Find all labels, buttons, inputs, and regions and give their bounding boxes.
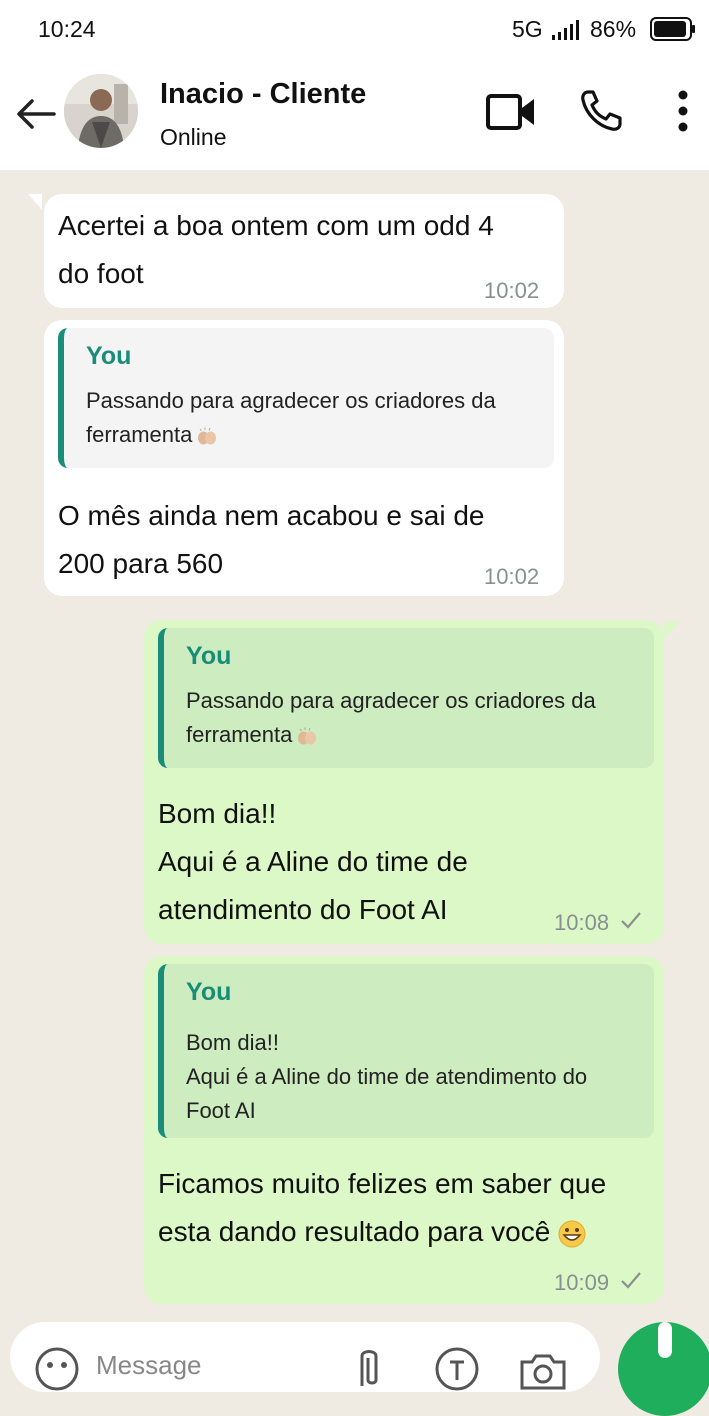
payment-icon[interactable] xyxy=(434,1346,480,1392)
back-arrow-icon[interactable] xyxy=(14,94,58,134)
message-text: Ficamos muito felizes em saber que esta … xyxy=(158,1168,607,1248)
message-text: O mês ainda nem acabou e sai de 200 para… xyxy=(58,500,485,579)
bubble-tail xyxy=(28,194,42,210)
incoming-message-bubble[interactable]: You Passando para agradecer os criadores… xyxy=(44,320,564,596)
battery-icon xyxy=(650,17,695,41)
contact-name[interactable]: Inacio - Cliente xyxy=(160,78,366,111)
quoted-message[interactable]: You Bom dia!! Aqui é a Aline do time de … xyxy=(158,964,654,1138)
message-text: Bom dia!! Aqui é a Aline do time de aten… xyxy=(158,798,468,925)
quote-text: Passando para agradecer os criadores da … xyxy=(186,688,596,747)
quote-author: You xyxy=(86,342,132,370)
quoted-message[interactable]: You Passando para agradecer os criadores… xyxy=(158,628,654,768)
message-time: 10:09 xyxy=(554,1270,610,1295)
outgoing-message-bubble[interactable]: You Passando para agradecer os criadores… xyxy=(144,620,664,944)
outgoing-message-bubble[interactable]: You Bom dia!! Aqui é a Aline do time de … xyxy=(144,956,664,1304)
camera-icon[interactable] xyxy=(518,1348,568,1392)
network-type: 5G xyxy=(512,16,543,42)
quote-author: You xyxy=(186,642,232,670)
phone-icon[interactable] xyxy=(578,88,628,134)
incoming-message-bubble[interactable]: Acertei a boa ontem com um odd 4 do foot… xyxy=(44,194,564,308)
clapping-hands-emoji xyxy=(198,427,217,445)
quoted-message[interactable]: You Passando para agradecer os criadores… xyxy=(58,328,554,468)
signal-icon xyxy=(552,20,579,40)
emoji-icon[interactable] xyxy=(34,1346,80,1392)
paperclip-icon[interactable] xyxy=(354,1346,384,1392)
quote-author: You xyxy=(186,978,232,1006)
single-check-icon xyxy=(621,912,641,929)
message-time: 10:02 xyxy=(484,278,540,303)
bubble-tail xyxy=(664,622,680,638)
avatar[interactable] xyxy=(64,74,138,148)
clapping-hands-emoji xyxy=(298,727,317,745)
message-text: Acertei a boa ontem com um odd 4 do foot xyxy=(58,210,494,289)
message-time: 10:02 xyxy=(484,564,540,589)
quote-text: Passando para agradecer os criadores da … xyxy=(86,388,496,447)
contact-status: Online xyxy=(160,124,227,150)
mic-icon xyxy=(658,1322,672,1358)
single-check-icon xyxy=(621,1272,641,1289)
avatar-photo xyxy=(64,74,138,148)
video-camera-icon[interactable] xyxy=(484,90,538,134)
more-vertical-icon[interactable] xyxy=(672,88,694,134)
message-time: 10:08 xyxy=(554,910,610,935)
battery-percentage: 86% xyxy=(590,16,637,42)
status-time: 10:24 xyxy=(38,16,96,42)
mic-button[interactable] xyxy=(618,1322,709,1416)
grinning-face-emoji xyxy=(558,1220,586,1248)
quote-text: Bom dia!! Aqui é a Aline do time de aten… xyxy=(186,1030,588,1123)
